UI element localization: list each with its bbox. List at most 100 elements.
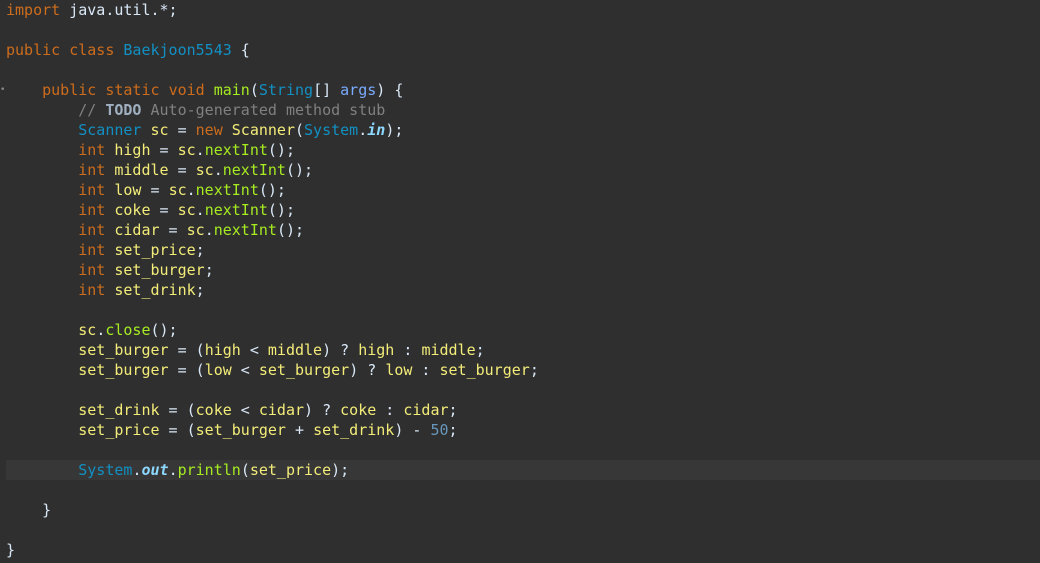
code-line[interactable]: int coke = sc.nextInt();	[6, 200, 1040, 220]
code-token: java.util.*;	[60, 1, 178, 19]
code-token: int	[78, 261, 106, 279]
code-token: set_burger	[258, 361, 350, 379]
code-line[interactable]: System.out.println(set_price);	[6, 460, 1040, 480]
code-line[interactable]: public static void main(String[] args) {	[6, 80, 1040, 100]
code-token: low	[204, 361, 232, 379]
code-token: ();	[276, 221, 305, 239]
code-token: ) ?	[304, 401, 341, 419]
code-editor[interactable]: • import java.util.*; public class Baekjo…	[0, 0, 1040, 563]
code-line[interactable]: set_drink = (coke < cidar) ? coke : cida…	[6, 400, 1040, 420]
code-token: int	[78, 141, 106, 159]
code-line[interactable]: }	[6, 500, 1040, 520]
code-token: ;	[448, 421, 458, 439]
code-token: set_drink	[313, 421, 395, 439]
code-token: Scanner	[231, 121, 295, 139]
code-line[interactable]: // TODO Auto-generated method stub	[6, 100, 1040, 120]
code-line[interactable]: set_price = (set_burger + set_drink) - 5…	[6, 420, 1040, 440]
code-token: ();	[267, 201, 295, 219]
code-token: sc	[150, 121, 169, 139]
code-line[interactable]: sc.close();	[6, 320, 1040, 340]
code-token: println	[177, 461, 241, 479]
code-token: int	[78, 241, 106, 259]
code-token: set_drink	[114, 281, 196, 299]
code-line[interactable]	[6, 440, 1040, 460]
code-token: 50	[430, 421, 449, 439]
code-token: nextInt	[204, 141, 268, 159]
code-token: .	[213, 161, 223, 179]
code-line[interactable]	[6, 60, 1040, 80]
code-line[interactable]: int middle = sc.nextInt();	[6, 160, 1040, 180]
code-line[interactable]: set_burger = (low < set_burger) ? low : …	[6, 360, 1040, 380]
code-token: set_drink	[78, 401, 160, 419]
code-token: .	[204, 221, 214, 239]
code-token: System	[304, 121, 359, 139]
code-line[interactable]	[6, 480, 1040, 500]
code-token: ;	[475, 341, 485, 359]
code-line[interactable]: }	[6, 540, 1040, 560]
code-token: set_burger	[439, 361, 530, 379]
code-line[interactable]	[6, 380, 1040, 400]
code-line[interactable]	[6, 520, 1040, 540]
code-line[interactable]: int cidar = sc.nextInt();	[6, 220, 1040, 240]
code-token: ();	[150, 321, 178, 339]
code-token: int	[78, 281, 106, 299]
code-token: set_burger	[195, 421, 286, 439]
code-line[interactable]: int set_price;	[6, 240, 1040, 260]
code-token: =	[168, 161, 196, 179]
code-line[interactable]: int set_burger;	[6, 260, 1040, 280]
code-token: .	[96, 321, 106, 339]
code-token: static	[105, 81, 160, 99]
code-token: int	[78, 181, 106, 199]
code-token: middle	[267, 341, 323, 359]
code-token: cidar	[258, 401, 305, 419]
code-token: .	[195, 201, 205, 219]
code-token: high	[204, 341, 241, 359]
code-token: =	[141, 181, 169, 199]
code-token: close	[105, 321, 151, 339]
code-token: );	[385, 121, 404, 139]
code-token: sc	[78, 321, 97, 339]
code-token: );	[331, 461, 350, 479]
code-token: Auto-generated method stub	[141, 101, 386, 119]
code-line[interactable]: int low = sc.nextInt();	[6, 180, 1040, 200]
code-token: System	[78, 461, 133, 479]
code-token: .	[195, 141, 205, 159]
code-line[interactable]	[6, 300, 1040, 320]
code-token: sc	[168, 181, 187, 199]
code-token: String	[258, 81, 314, 99]
code-token: low	[114, 181, 142, 199]
code-line[interactable]	[6, 20, 1040, 40]
code-line[interactable]: Scanner sc = new Scanner(System.in);	[6, 120, 1040, 140]
code-token: ();	[285, 161, 314, 179]
code-area[interactable]: import java.util.*; public class Baekjoon…	[6, 0, 1040, 560]
code-line[interactable]: import java.util.*;	[6, 0, 1040, 20]
code-token: high	[358, 341, 395, 359]
code-token: public	[6, 41, 61, 59]
code-token: set_price	[78, 421, 160, 439]
code-token: int	[78, 161, 106, 179]
code-token: .	[358, 121, 368, 139]
code-line[interactable]: int set_drink;	[6, 280, 1040, 300]
code-token: <	[231, 401, 259, 419]
code-token: TODO	[105, 101, 142, 119]
code-line[interactable]: public class Baekjoon5543 {	[6, 40, 1040, 60]
code-token: ;	[195, 241, 205, 259]
code-token: set_price	[249, 461, 332, 479]
code-token: }	[6, 501, 52, 519]
code-token: ();	[258, 181, 286, 199]
code-token: ;	[448, 401, 458, 419]
code-token: (	[240, 461, 250, 479]
code-line[interactable]: int high = sc.nextInt();	[6, 140, 1040, 160]
code-line[interactable]: set_burger = (high < middle) ? high : mi…	[6, 340, 1040, 360]
code-token: //	[78, 101, 106, 119]
